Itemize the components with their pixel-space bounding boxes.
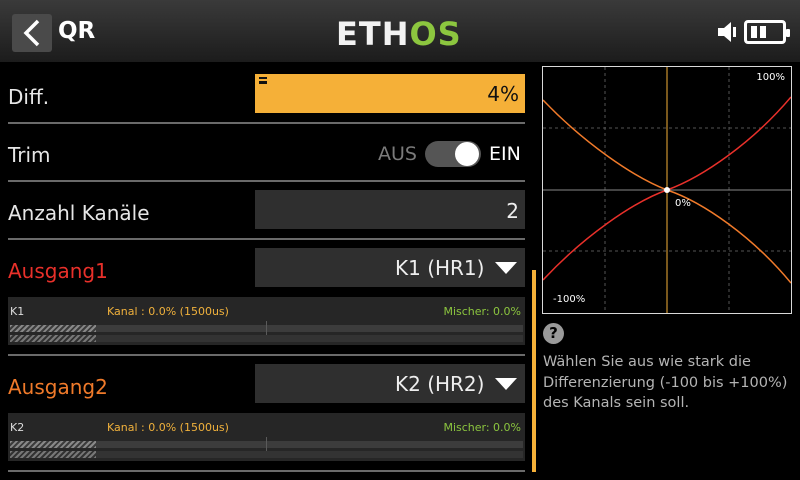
channels-label: Anzahl Kanäle bbox=[8, 201, 150, 225]
diff-input[interactable]: 4% bbox=[255, 74, 525, 113]
channel-bar bbox=[10, 437, 523, 452]
mixer-bar bbox=[10, 335, 523, 342]
chevron-left-icon bbox=[23, 19, 40, 47]
trim-toggle-group: AUS EIN bbox=[378, 141, 521, 167]
monitor-mischer: Mischer: 0.0% bbox=[443, 305, 521, 318]
monitor-mischer: Mischer: 0.0% bbox=[443, 421, 521, 434]
trim-label: Trim bbox=[8, 143, 51, 167]
top-bar: QR ETHOS bbox=[0, 0, 800, 62]
battery-icon bbox=[744, 20, 790, 44]
output1-select[interactable]: K1 (HR1) bbox=[255, 248, 525, 287]
ethos-logo: ETHOS bbox=[336, 15, 462, 53]
toggle-on-label: EIN bbox=[488, 143, 521, 165]
mixer-bar bbox=[10, 451, 523, 458]
question-icon[interactable]: ? bbox=[543, 323, 564, 344]
menu-icon bbox=[259, 77, 267, 84]
graph-label-center: 0% bbox=[675, 198, 691, 209]
dropdown-arrow-icon bbox=[495, 262, 517, 274]
monitor-kanal: Kanal : 0.0% (1500us) bbox=[107, 421, 229, 434]
divider bbox=[8, 122, 525, 124]
status-icons bbox=[716, 20, 790, 44]
graph-label-bottom: -100% bbox=[553, 294, 586, 305]
trim-toggle[interactable] bbox=[424, 141, 481, 167]
output1-label: Ausgang1 bbox=[8, 259, 108, 283]
monitor-channel: K2 bbox=[10, 421, 25, 434]
back-button[interactable] bbox=[12, 14, 52, 52]
monitor-channel: K1 bbox=[10, 305, 25, 318]
dropdown-arrow-icon bbox=[495, 378, 517, 390]
output1-monitor: K1 Kanal : 0.0% (1500us) Mischer: 0.0% bbox=[8, 297, 525, 345]
help-text: Wählen Sie aus wie stark die Differenzie… bbox=[543, 354, 788, 411]
divider bbox=[8, 470, 525, 472]
page-title: QR bbox=[58, 18, 96, 44]
diff-label: Diff. bbox=[8, 85, 50, 109]
divider bbox=[8, 354, 525, 356]
monitor-kanal: Kanal : 0.0% (1500us) bbox=[107, 305, 229, 318]
divider bbox=[8, 180, 525, 182]
output2-label: Ausgang2 bbox=[8, 375, 108, 399]
channel-bar bbox=[10, 321, 523, 336]
scrollbar[interactable] bbox=[532, 270, 536, 472]
toggle-off-label: AUS bbox=[378, 143, 417, 165]
output2-select[interactable]: K2 (HR2) bbox=[255, 364, 525, 403]
divider bbox=[8, 238, 525, 240]
channels-input[interactable]: 2 bbox=[255, 190, 525, 229]
speaker-icon bbox=[718, 22, 736, 42]
curve-graph: 100% 0% -100% bbox=[542, 66, 792, 314]
output2-monitor: K2 Kanal : 0.0% (1500us) Mischer: 0.0% bbox=[8, 413, 525, 461]
graph-label-top: 100% bbox=[756, 72, 785, 83]
toggle-knob bbox=[454, 142, 479, 166]
